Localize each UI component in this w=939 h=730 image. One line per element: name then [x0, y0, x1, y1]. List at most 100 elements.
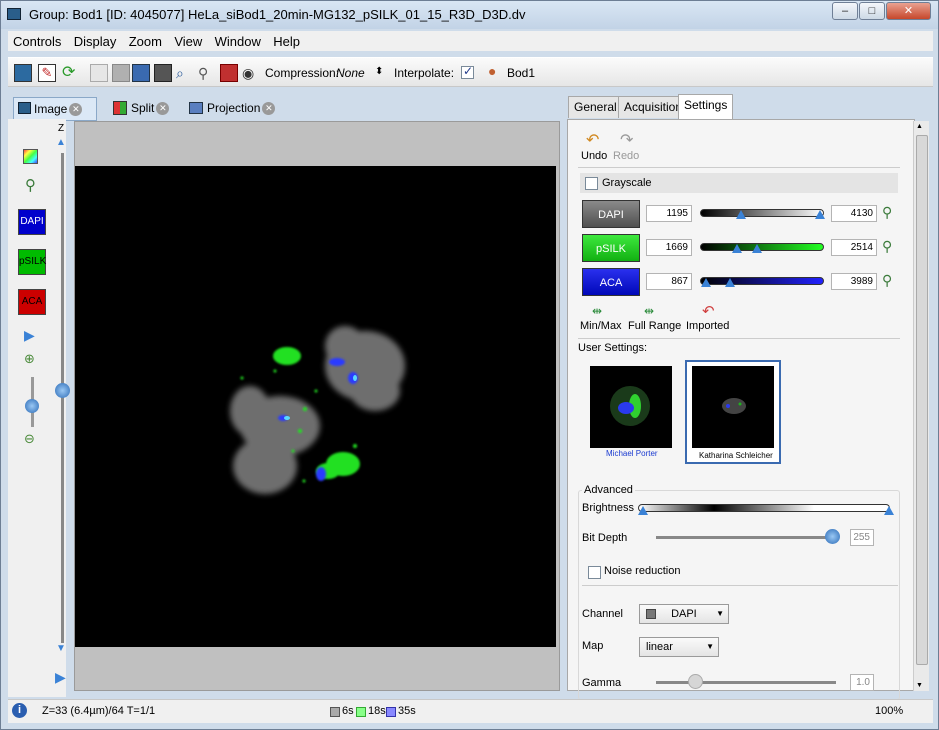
psilk-max-thumb[interactable] — [752, 244, 762, 253]
zoom-out-icon[interactable]: ⊖ — [24, 431, 35, 447]
close-button[interactable]: ✕ — [886, 2, 931, 20]
view-icon[interactable] — [14, 64, 32, 82]
brightness-slider[interactable] — [638, 504, 890, 512]
psilk-time: 18s — [368, 705, 386, 717]
play-icon[interactable]: ▶ — [24, 327, 35, 344]
map-select[interactable]: linear ▼ — [639, 637, 719, 657]
scroll-down-icon[interactable]: ▼ — [916, 682, 923, 689]
psilk-min-thumb[interactable] — [732, 244, 742, 253]
psilk-min-input[interactable]: 1669 — [646, 239, 692, 256]
tab-general[interactable]: General — [568, 96, 623, 118]
dapi-range-slider[interactable] — [700, 209, 824, 217]
brightness-max-thumb[interactable] — [884, 506, 894, 515]
aca-range-slider[interactable] — [700, 277, 824, 285]
paste-icon[interactable] — [112, 64, 130, 82]
menu-zoom[interactable]: Zoom — [124, 31, 166, 49]
channel-label: Channel — [582, 608, 623, 620]
menu-help[interactable]: Help — [268, 31, 304, 49]
save-icon[interactable] — [132, 64, 150, 82]
user-thumbnail-porter[interactable] — [590, 366, 672, 448]
aca-min-input[interactable]: 867 — [646, 273, 692, 290]
bitdepth-value[interactable]: 255 — [850, 529, 874, 546]
interpolate-checkbox[interactable] — [461, 64, 474, 80]
channel-toggle-psilk[interactable]: pSILK — [18, 249, 46, 275]
zoom-slider-thumb[interactable] — [25, 399, 39, 413]
close-tab-icon[interactable]: ✕ — [156, 102, 170, 116]
compression-spinner-icon[interactable]: ⬍ — [375, 66, 383, 77]
refresh-icon[interactable]: ⟳ — [62, 64, 80, 82]
eyedropper-icon[interactable]: ⚲ — [198, 64, 216, 82]
grayscale-checkbox[interactable] — [585, 177, 598, 190]
maximize-button[interactable]: □ — [859, 2, 885, 20]
bitdepth-slider-thumb[interactable] — [825, 529, 840, 544]
copy-icon[interactable] — [90, 64, 108, 82]
aca-max-thumb[interactable] — [725, 278, 735, 287]
menu-window[interactable]: Window — [210, 31, 265, 49]
z-down-icon[interactable]: ▼ — [56, 643, 66, 654]
brightness-min-thumb[interactable] — [638, 506, 648, 515]
psilk-range-slider[interactable] — [700, 243, 824, 251]
movie-icon[interactable] — [154, 64, 172, 82]
info-icon[interactable]: i — [12, 703, 27, 718]
bitdepth-slider-track[interactable] — [656, 536, 836, 539]
undo-icon[interactable]: ↶ — [586, 130, 599, 150]
undo-button[interactable]: Undo — [581, 150, 607, 162]
eyedropper-icon[interactable]: ⚲ — [882, 238, 892, 255]
aca-min-thumb[interactable] — [701, 278, 711, 287]
menu-controls[interactable]: Controls — [8, 31, 65, 49]
gamma-slider-track[interactable] — [656, 681, 836, 684]
tab-image[interactable]: Image ✕ — [13, 97, 97, 121]
color-picker-icon[interactable] — [23, 149, 38, 164]
psilk-max-input[interactable]: 2514 — [831, 239, 877, 256]
channel-button-psilk[interactable]: pSILK — [582, 234, 640, 262]
dapi-min-thumb[interactable] — [736, 210, 746, 219]
imported-button[interactable]: Imported — [686, 320, 729, 332]
zoom-in-icon[interactable]: ⊕ — [24, 351, 35, 367]
close-tab-icon[interactable]: ✕ — [262, 102, 276, 116]
gamma-value[interactable]: 1.0 — [850, 674, 874, 691]
image-canvas[interactable] — [75, 166, 556, 647]
settings-scrollbar[interactable]: ▲ ▼ — [913, 121, 929, 691]
close-tab-icon[interactable]: ✕ — [69, 103, 83, 117]
aca-max-input[interactable]: 3989 — [831, 273, 877, 290]
eyedropper-icon[interactable]: ⚲ — [882, 272, 892, 289]
z-up-icon[interactable]: ▲ — [56, 137, 66, 148]
t-play-icon[interactable]: ▶ — [55, 669, 66, 686]
minmax-icon[interactable]: ⇹ — [592, 304, 602, 318]
gamma-slider-thumb[interactable] — [688, 674, 703, 689]
channel-toggle-aca[interactable]: ACA — [18, 289, 46, 315]
annotate-icon[interactable]: ✎ — [38, 64, 56, 82]
noise-reduction-checkbox[interactable] — [588, 566, 601, 579]
channel-select[interactable]: DAPI ▼ — [639, 604, 729, 624]
tab-settings[interactable]: Settings — [678, 94, 734, 119]
dapi-max-thumb[interactable] — [815, 210, 825, 219]
channel-toggle-dapi[interactable]: DAPI — [18, 209, 46, 235]
channel-button-dapi[interactable]: DAPI — [582, 200, 640, 228]
search-icon[interactable]: ⌕ — [176, 64, 194, 82]
scroll-thumb[interactable] — [916, 135, 928, 665]
psilk-time-swatch — [356, 707, 366, 717]
z-slider-track[interactable] — [61, 153, 64, 643]
group-label[interactable]: Bod1 — [507, 66, 535, 80]
channel-button-aca[interactable]: ACA — [582, 268, 640, 296]
tab-projection[interactable]: Projection ✕ — [187, 97, 279, 121]
menu-display[interactable]: Display — [69, 31, 121, 49]
export-icon[interactable] — [220, 64, 238, 82]
imported-icon[interactable]: ↶ — [702, 302, 715, 320]
snapshot-icon[interactable]: ◉ — [242, 64, 260, 82]
user-thumbnail-schleicher-frame[interactable]: Katharina Schleicher — [685, 360, 781, 464]
eyedropper-icon[interactable]: ⚲ — [25, 176, 36, 194]
dapi-max-input[interactable]: 4130 — [831, 205, 877, 222]
eyedropper-icon[interactable]: ⚲ — [882, 204, 892, 221]
minimize-button[interactable]: – — [832, 2, 858, 20]
z-slider-thumb[interactable] — [55, 383, 70, 398]
menu-view[interactable]: View — [169, 31, 206, 49]
compression-select[interactable]: None — [336, 66, 365, 80]
full-range-icon[interactable]: ⇹ — [644, 304, 654, 318]
full-range-button[interactable]: Full Range — [628, 320, 681, 332]
scroll-up-icon[interactable]: ▲ — [916, 123, 923, 130]
settings-panel: General Acquisition Settings ↶ Undo ↷ Re… — [567, 94, 915, 700]
dapi-min-input[interactable]: 1195 — [646, 205, 692, 222]
minmax-button[interactable]: Min/Max — [580, 320, 622, 332]
tab-split[interactable]: Split ✕ — [111, 97, 175, 121]
